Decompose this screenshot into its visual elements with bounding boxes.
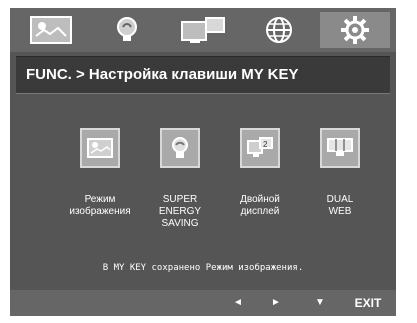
tab-energy[interactable] — [92, 12, 162, 48]
option-label-text: DUAL WEB — [326, 194, 354, 217]
down-button[interactable]: ▼ — [310, 290, 330, 316]
left-button[interactable]: ◄ — [228, 290, 248, 316]
picture-icon — [30, 16, 72, 44]
option-dual-display[interactable]: 2 Двойной дисплей — [220, 128, 300, 258]
osd-menu: FUNC. > Настройка клавиши MY KEY Режим и… — [10, 8, 396, 316]
dual-display-icon — [180, 16, 226, 44]
bulb-icon — [160, 128, 200, 168]
option-picture-mode[interactable]: Режим изображения — [60, 128, 140, 258]
option-label: DUAL WEB — [290, 194, 390, 218]
svg-text:2: 2 — [263, 140, 268, 149]
tab-web[interactable] — [244, 12, 314, 48]
dual-display-icon: 2 — [240, 128, 280, 168]
tab-func[interactable] — [320, 12, 390, 48]
right-button[interactable]: ► — [266, 290, 286, 316]
page-title: FUNC. > Настройка клавиши MY KEY — [26, 66, 299, 83]
option-dual-web[interactable]: DUAL WEB — [300, 128, 380, 258]
page-title-bar: FUNC. > Настройка клавиши MY KEY — [16, 56, 390, 94]
bulb-icon — [114, 16, 140, 44]
tab-dual[interactable] — [168, 12, 238, 48]
tab-bar — [10, 8, 396, 52]
exit-button[interactable]: EXIT — [348, 290, 388, 316]
gear-icon — [340, 15, 370, 45]
bottom-button-bar: ◄ ► ▼ EXIT — [10, 290, 396, 316]
dual-web-icon — [320, 128, 360, 168]
option-super-energy-saving[interactable]: SUPER ENERGY SAVING — [140, 128, 220, 258]
globe-icon — [265, 16, 293, 44]
tab-picture[interactable] — [16, 12, 86, 48]
picture-mode-icon — [80, 128, 120, 168]
status-message: В MY KEY сохранено Режим изображения. — [102, 263, 304, 273]
